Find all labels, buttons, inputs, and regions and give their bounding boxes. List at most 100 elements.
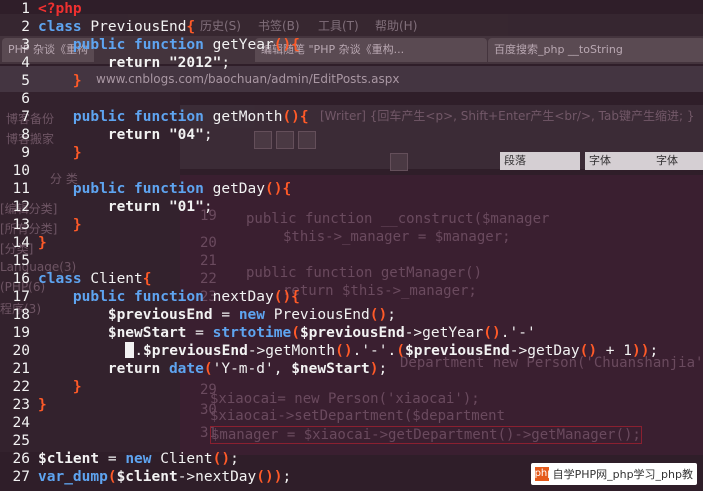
line-number: 25: [12, 433, 30, 449]
code-token: PreviousEnd: [90, 19, 187, 35]
code-token: Client: [90, 271, 143, 287]
code-token: ->getYear: [404, 325, 484, 341]
code-text: }: [38, 234, 47, 252]
code-token: ;: [378, 361, 388, 377]
code-token: $client: [116, 469, 178, 485]
code-token: (): [369, 307, 388, 323]
code-text: var_dump($client->nextDay());: [38, 468, 291, 486]
line-number: 16: [12, 271, 30, 287]
line-number: 12: [12, 199, 30, 215]
code-token: ;: [203, 127, 213, 143]
code-text: return date('Y-m-d', $newStart);: [38, 360, 387, 378]
code-token: getMonth: [212, 109, 283, 125]
code-token: new: [238, 307, 274, 323]
line-number: 1: [21, 1, 30, 17]
code-token: =: [186, 325, 213, 341]
code-token: }: [72, 145, 82, 161]
code-token: Client: [160, 451, 213, 467]
code-token: $previousEnd: [299, 325, 405, 341]
code-token: (: [291, 325, 300, 341]
line-number: 27: [12, 469, 30, 485]
line-number: 23: [12, 397, 30, 413]
code-token: 'Y-m-d',: [212, 361, 292, 377]
code-token: (){: [282, 109, 309, 125]
code-text: public function getYear(){: [38, 36, 300, 54]
code-token: ;: [649, 343, 659, 359]
code-token: "2012": [168, 55, 222, 71]
code-token: $previousEnd: [143, 343, 248, 359]
code-token: getDay: [212, 181, 265, 197]
code-token: {: [142, 271, 152, 287]
code-text: return "04";: [38, 126, 213, 144]
code-token: }: [72, 73, 82, 89]
code-text: }: [38, 144, 82, 162]
code-token: ->nextDay: [177, 469, 257, 485]
code-token: =: [212, 307, 239, 323]
code-token: }: [38, 397, 47, 413]
code-token: (){: [265, 181, 292, 197]
code-token: $newStart: [291, 361, 370, 377]
code-token: getYear: [212, 37, 274, 53]
line-number: 4: [21, 55, 30, 71]
code-token: "04": [168, 127, 204, 143]
php-logo-icon: php: [534, 467, 554, 481]
line-number: 18: [12, 307, 30, 323]
line-number: 6: [21, 91, 30, 107]
code-token: .: [134, 343, 144, 359]
code-token: return: [107, 361, 169, 377]
code-token: public function: [72, 289, 213, 305]
code-token: }: [38, 235, 47, 251]
code-token: ;: [203, 199, 213, 215]
code-token: class: [38, 19, 91, 35]
php-code-editor[interactable]: 1 <?php 2 class PreviousEnd{3 public functi…: [0, 0, 703, 491]
code-text: class PreviousEnd{: [38, 18, 195, 36]
code-token: )): [631, 343, 650, 359]
code-token: return: [107, 55, 169, 71]
code-token: (): [579, 343, 598, 359]
code-token: strtotime: [212, 325, 292, 341]
line-number: 24: [12, 415, 30, 431]
code-text: .$previousEnd->getMonth().'-'.($previous…: [38, 342, 658, 360]
code-token: "01": [168, 199, 204, 215]
code-token: nextDay: [212, 289, 274, 305]
code-token: (: [203, 361, 213, 377]
site-watermark: php 自学PHP网_php学习_php教: [530, 463, 697, 485]
code-text: return "01";: [38, 198, 213, 216]
code-text: }: [38, 378, 82, 396]
code-token: ;: [230, 451, 239, 467]
code-token: (): [483, 325, 501, 341]
code-token: <?php: [38, 1, 82, 17]
code-token: public function: [72, 181, 213, 197]
code-token: (): [212, 451, 231, 467]
code-token: (){: [273, 289, 300, 305]
code-token: ()): [256, 469, 283, 485]
code-token: public function: [72, 37, 213, 53]
line-number: 21: [12, 361, 30, 377]
code-token: new: [125, 451, 161, 467]
code-text: class Client{: [38, 270, 152, 288]
code-token: {: [186, 19, 196, 35]
code-text: $newStart = strtotime($previousEnd->getY…: [38, 324, 536, 342]
code-token: ): [369, 361, 379, 377]
line-number: 26: [12, 451, 30, 467]
code-token: PreviousEnd: [273, 307, 370, 323]
code-token: ;: [221, 55, 231, 71]
line-number: 9: [21, 145, 30, 161]
code-text: }: [38, 216, 82, 234]
code-token: $previousEnd: [107, 307, 213, 323]
code-token: =: [99, 451, 126, 467]
line-number: 10: [12, 163, 30, 179]
code-token: ;: [387, 307, 396, 323]
code-text: public function nextDay(){: [38, 288, 300, 306]
